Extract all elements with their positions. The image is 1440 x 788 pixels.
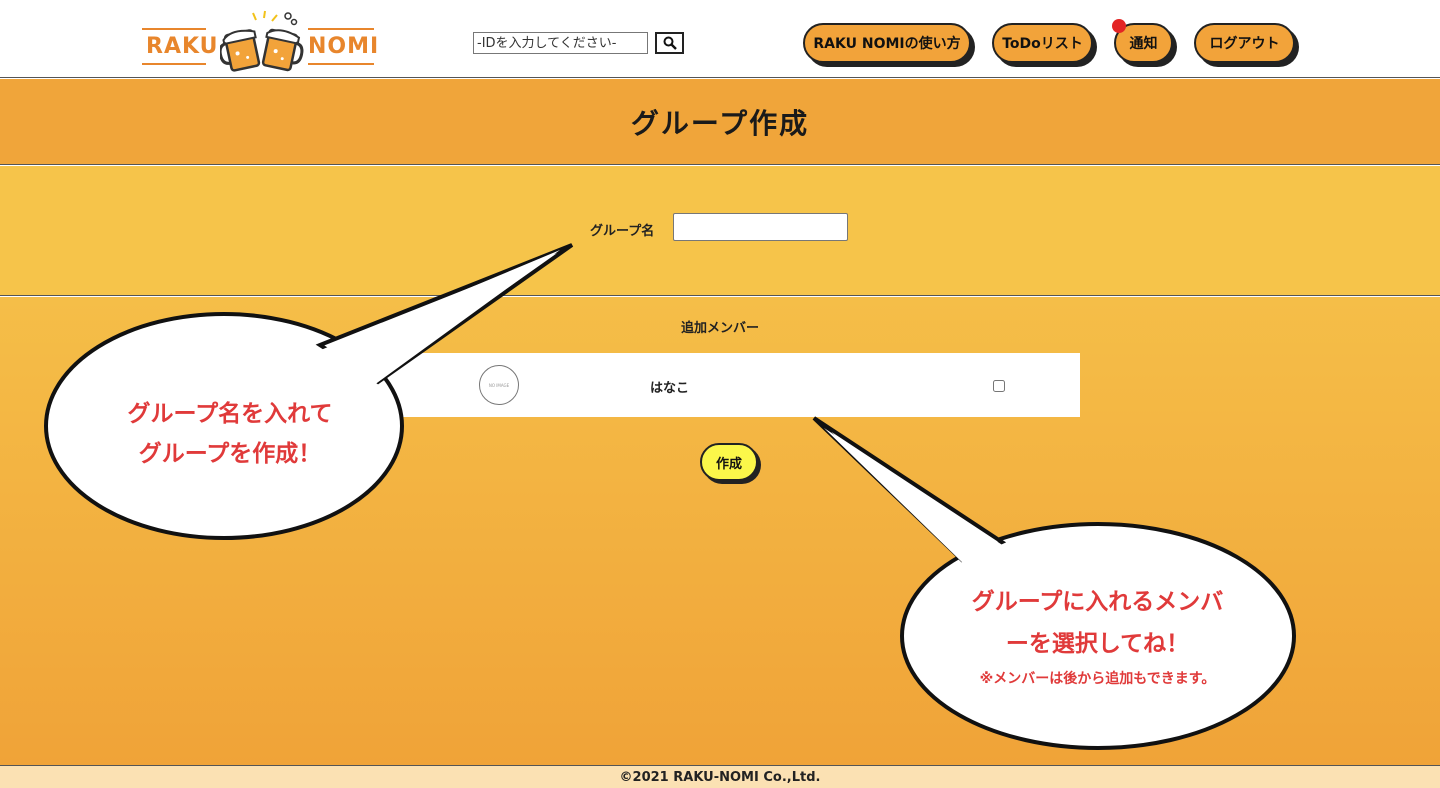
notifications-button[interactable]: 通知 (1112, 19, 1173, 63)
notifications-label: 通知 (1129, 36, 1158, 52)
raku-nomi-logo[interactable]: RAKU NOMI (142, 10, 380, 72)
logo-underline (142, 28, 206, 30)
beer-mugs-icon (220, 10, 304, 72)
group-name-section: グループ名 (0, 166, 1440, 296)
notification-badge (1112, 19, 1126, 33)
logo-underline (142, 63, 206, 65)
logo-underline (308, 28, 374, 30)
search-icon (663, 36, 677, 50)
logout-button[interactable]: ログアウト (1194, 23, 1295, 63)
avatar: NO IMAGE (479, 365, 519, 405)
member-select-checkbox[interactable] (993, 380, 1005, 392)
member-section: 追加メンバー NO IMAGE はなこ 作成 (0, 297, 1440, 765)
site-footer: ©2021 RAKU-NOMI Co.,Ltd. (0, 765, 1440, 788)
logo-underline (308, 63, 374, 65)
how-to-use-button[interactable]: RAKU NOMIの使い方 (803, 23, 971, 63)
page-title: グループ作成 (630, 106, 810, 140)
todo-list-button[interactable]: ToDoリスト (992, 23, 1093, 63)
id-search-input[interactable] (473, 32, 648, 54)
no-image-placeholder: NO IMAGE (488, 382, 510, 388)
site-header: RAKU NOMI -IDを入力してください- RAKU NOMIの使い方 To… (0, 0, 1440, 78)
logo-text-right: NOMI (308, 34, 380, 59)
members-heading: 追加メンバー (680, 321, 759, 336)
group-name-input[interactable] (673, 213, 848, 241)
copyright: ©2021 RAKU-NOMI Co.,Ltd. (619, 769, 821, 785)
logo-text-left: RAKU (146, 34, 219, 59)
member-name: はなこ (650, 381, 690, 396)
group-name-label: グループ名 (590, 224, 655, 239)
title-band: グループ作成 (0, 79, 1440, 165)
create-button[interactable]: 作成 (700, 443, 758, 481)
member-row[interactable]: NO IMAGE はなこ (360, 353, 1080, 417)
search-button[interactable] (655, 32, 684, 54)
